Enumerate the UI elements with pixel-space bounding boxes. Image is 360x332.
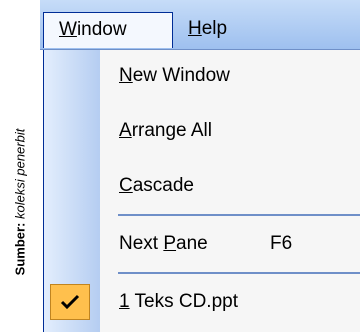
menu-help-mnemonic: H bbox=[188, 18, 202, 39]
mnemonic: A bbox=[119, 120, 132, 141]
menu-item-label: Next Pane bbox=[119, 233, 208, 255]
menu-help-label: elp bbox=[201, 18, 228, 39]
mnemonic: P bbox=[163, 233, 177, 254]
menu-window[interactable]: Window bbox=[43, 12, 173, 48]
mnemonic: C bbox=[119, 175, 133, 196]
checkmark-icon bbox=[60, 294, 80, 310]
menu-item-recent-file[interactable]: 1 Teks CD.ppt bbox=[44, 276, 360, 328]
caption-source: koleksi penerbit bbox=[12, 128, 28, 219]
menu-window-mnemonic: W bbox=[59, 19, 77, 40]
label-text: rrange All bbox=[131, 120, 212, 141]
shortcut-key: F6 bbox=[270, 233, 293, 254]
menu-item-label: Arrange All bbox=[119, 120, 212, 142]
mnemonic: 1 bbox=[119, 291, 130, 312]
source-caption-text: Sumber: koleksi penerbit bbox=[13, 129, 28, 276]
source-caption: Sumber: koleksi penerbit bbox=[0, 0, 40, 332]
mnemonic: N bbox=[119, 65, 133, 86]
menu-separator bbox=[118, 214, 360, 216]
menu-item-arrange-all[interactable]: Arrange All bbox=[44, 105, 360, 157]
menu-bar: Window Help bbox=[40, 0, 360, 50]
label-text: ew Window bbox=[132, 65, 230, 86]
label-text: ascade bbox=[132, 175, 195, 196]
checked-highlight bbox=[50, 284, 90, 320]
label-text: Teks CD.ppt bbox=[129, 291, 239, 312]
menu-item-cascade[interactable]: Cascade bbox=[44, 160, 360, 212]
caption-label: Sumber: bbox=[12, 222, 28, 276]
label-text: ane bbox=[176, 233, 208, 254]
menu-help[interactable]: Help bbox=[188, 12, 227, 48]
menu-item-label: Cascade bbox=[119, 175, 194, 197]
window-menu-dropdown: New Window Arrange All Cascade Next Pane… bbox=[43, 50, 360, 332]
menu-item-label: New Window bbox=[119, 65, 230, 87]
menu-item-next-pane[interactable]: Next Pane F6 bbox=[44, 218, 360, 270]
menu-item-new-window[interactable]: New Window bbox=[44, 50, 360, 102]
label-text: Next bbox=[119, 233, 164, 254]
menu-separator bbox=[118, 272, 360, 274]
menu-window-label: indow bbox=[76, 19, 127, 40]
menu-item-label: 1 Teks CD.ppt bbox=[119, 291, 238, 313]
